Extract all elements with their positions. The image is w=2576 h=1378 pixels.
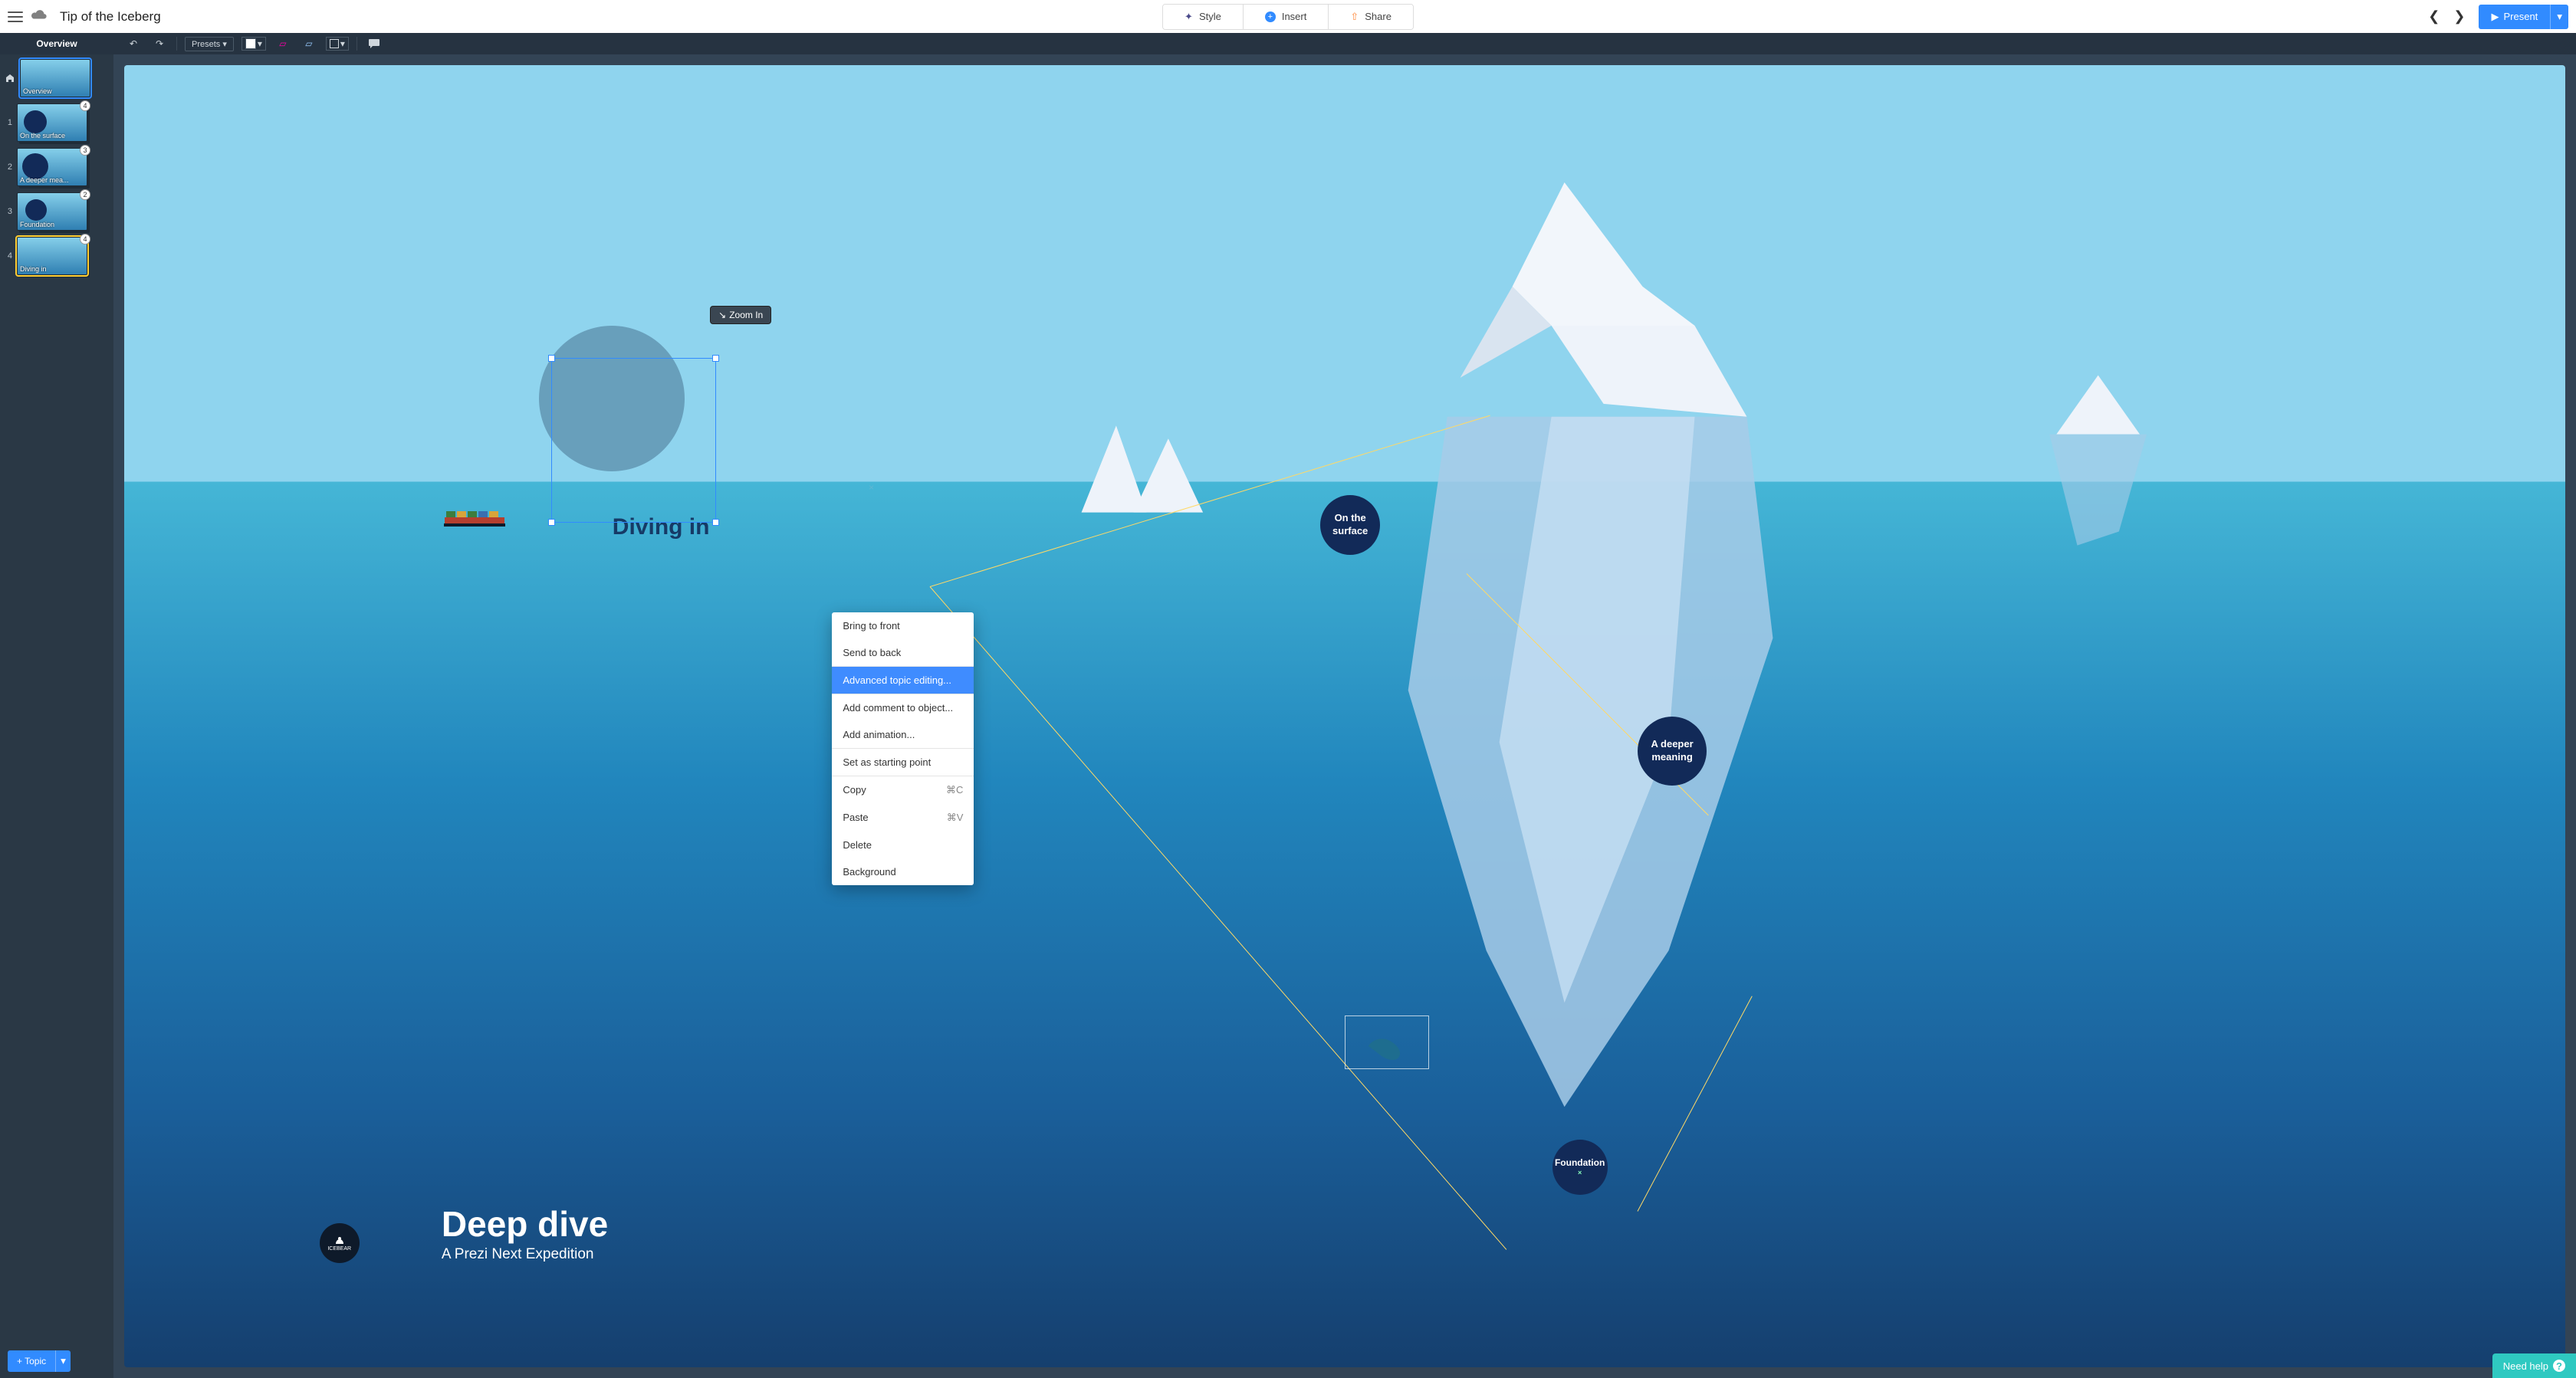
ctx-send-to-back[interactable]: Send to back — [832, 639, 974, 666]
ctx-set-starting-point[interactable]: Set as starting point — [832, 749, 974, 776]
ctx-add-animation[interactable]: Add animation... — [832, 721, 974, 748]
resize-handle-nw[interactable] — [548, 355, 555, 362]
insert-button[interactable]: +Insert — [1244, 5, 1329, 29]
divider — [176, 37, 177, 51]
thumb-number: 1 — [5, 118, 12, 127]
slide-sidebar: Overview 1 4 On the surface 2 3 A deeper… — [0, 54, 113, 1378]
zoom-in-tooltip[interactable]: ↘ Zoom In — [710, 306, 771, 324]
preview-frame — [1345, 1015, 1429, 1069]
resize-handle-se[interactable] — [712, 519, 719, 526]
top-toolbar-center: ✦Style +Insert ⇧Share — [1162, 4, 1414, 30]
plus-circle-icon: + — [1265, 11, 1276, 22]
ctx-advanced-topic-editing[interactable]: Advanced topic editing... — [832, 667, 974, 694]
resize-handle-sw[interactable] — [548, 519, 555, 526]
presentation-title: Deep dive — [442, 1203, 608, 1245]
thumb-a-deeper-meaning[interactable]: 3 A deeper mea... — [17, 148, 87, 186]
presentation-title-block: Deep dive A Prezi Next Expedition — [442, 1203, 608, 1263]
border-picker[interactable]: ▾ — [326, 37, 349, 51]
presets-dropdown[interactable]: Presets ▾ — [185, 37, 234, 51]
divider — [356, 37, 357, 51]
style-button[interactable]: ✦Style — [1163, 5, 1244, 29]
menu-button[interactable] — [8, 11, 23, 22]
topic-on-the-surface[interactable]: On thesurface — [1320, 495, 1380, 555]
topic-foundation[interactable]: Foundation× — [1552, 1140, 1608, 1195]
ctx-paste[interactable]: Paste⌘V — [832, 804, 974, 832]
wand-icon: ✦ — [1184, 11, 1193, 23]
add-topic-button[interactable]: + Topic — [8, 1350, 55, 1372]
context-menu: Bring to front Send to back Advanced top… — [832, 612, 974, 885]
home-icon[interactable] — [5, 73, 15, 84]
thumb-foundation[interactable]: 2 Foundation — [17, 192, 87, 231]
close-x-icon[interactable]: × — [869, 482, 874, 493]
need-help-button[interactable]: Need help ? — [2492, 1353, 2576, 1378]
iceberg-graphic — [1198, 169, 1930, 1211]
redo-button[interactable]: ↷ — [150, 36, 169, 51]
zoom-arrow-icon: ↘ — [718, 310, 726, 320]
presentation-subtitle: A Prezi Next Expedition — [442, 1246, 608, 1263]
undo-button[interactable]: ↶ — [124, 36, 143, 51]
play-icon: ▶ — [2491, 11, 2499, 23]
text-color-icon[interactable]: ▱ — [300, 36, 318, 51]
small-iceberg-graphic — [1980, 365, 2223, 573]
ctx-copy[interactable]: Copy⌘C — [832, 776, 974, 804]
share-button[interactable]: ⇧Share — [1329, 5, 1413, 29]
highlight-icon[interactable]: ▱ — [274, 36, 292, 51]
logo-badge: ICEBEAR — [320, 1223, 360, 1263]
present-dropdown[interactable]: ▾ — [2550, 5, 2568, 29]
ctx-bring-to-front[interactable]: Bring to front — [832, 612, 974, 639]
thumb-on-the-surface[interactable]: 4 On the surface — [17, 103, 87, 142]
document-title[interactable]: Tip of the Iceberg — [60, 9, 161, 25]
prev-slide-button[interactable]: ❮ — [2428, 8, 2440, 25]
ship-graphic — [442, 505, 508, 532]
ctx-add-comment[interactable]: Add comment to object... — [832, 694, 974, 721]
thumb-number: 3 — [5, 207, 12, 216]
thumb-diving-in[interactable]: 4 Diving in — [17, 237, 87, 275]
selection-box — [551, 358, 716, 523]
topic-a-deeper-meaning[interactable]: A deepermeaning — [1638, 717, 1707, 786]
small-iceberg-graphic — [1003, 404, 1247, 534]
overview-tab[interactable]: Overview — [0, 38, 113, 49]
resize-handle-ne[interactable] — [712, 355, 719, 362]
next-slide-button[interactable]: ❯ — [2453, 8, 2465, 25]
share-icon: ⇧ — [1350, 11, 1359, 23]
add-topic-dropdown[interactable]: ▾ — [55, 1350, 71, 1372]
ctx-delete[interactable]: Delete — [832, 832, 974, 858]
present-button[interactable]: ▶Present — [2479, 5, 2550, 29]
fill-color-picker[interactable]: ▾ — [242, 37, 266, 51]
comment-bubble-icon[interactable] — [365, 36, 383, 51]
thumb-overview[interactable]: Overview — [20, 59, 90, 97]
ctx-background[interactable]: Background — [832, 858, 974, 885]
thumb-number: 2 — [5, 162, 12, 172]
thumb-number: 4 — [5, 251, 12, 261]
canvas[interactable]: On thesurface A deepermeaning Foundation… — [124, 65, 2565, 1367]
cloud-sync-icon — [31, 8, 48, 25]
help-icon: ? — [2553, 1360, 2565, 1372]
